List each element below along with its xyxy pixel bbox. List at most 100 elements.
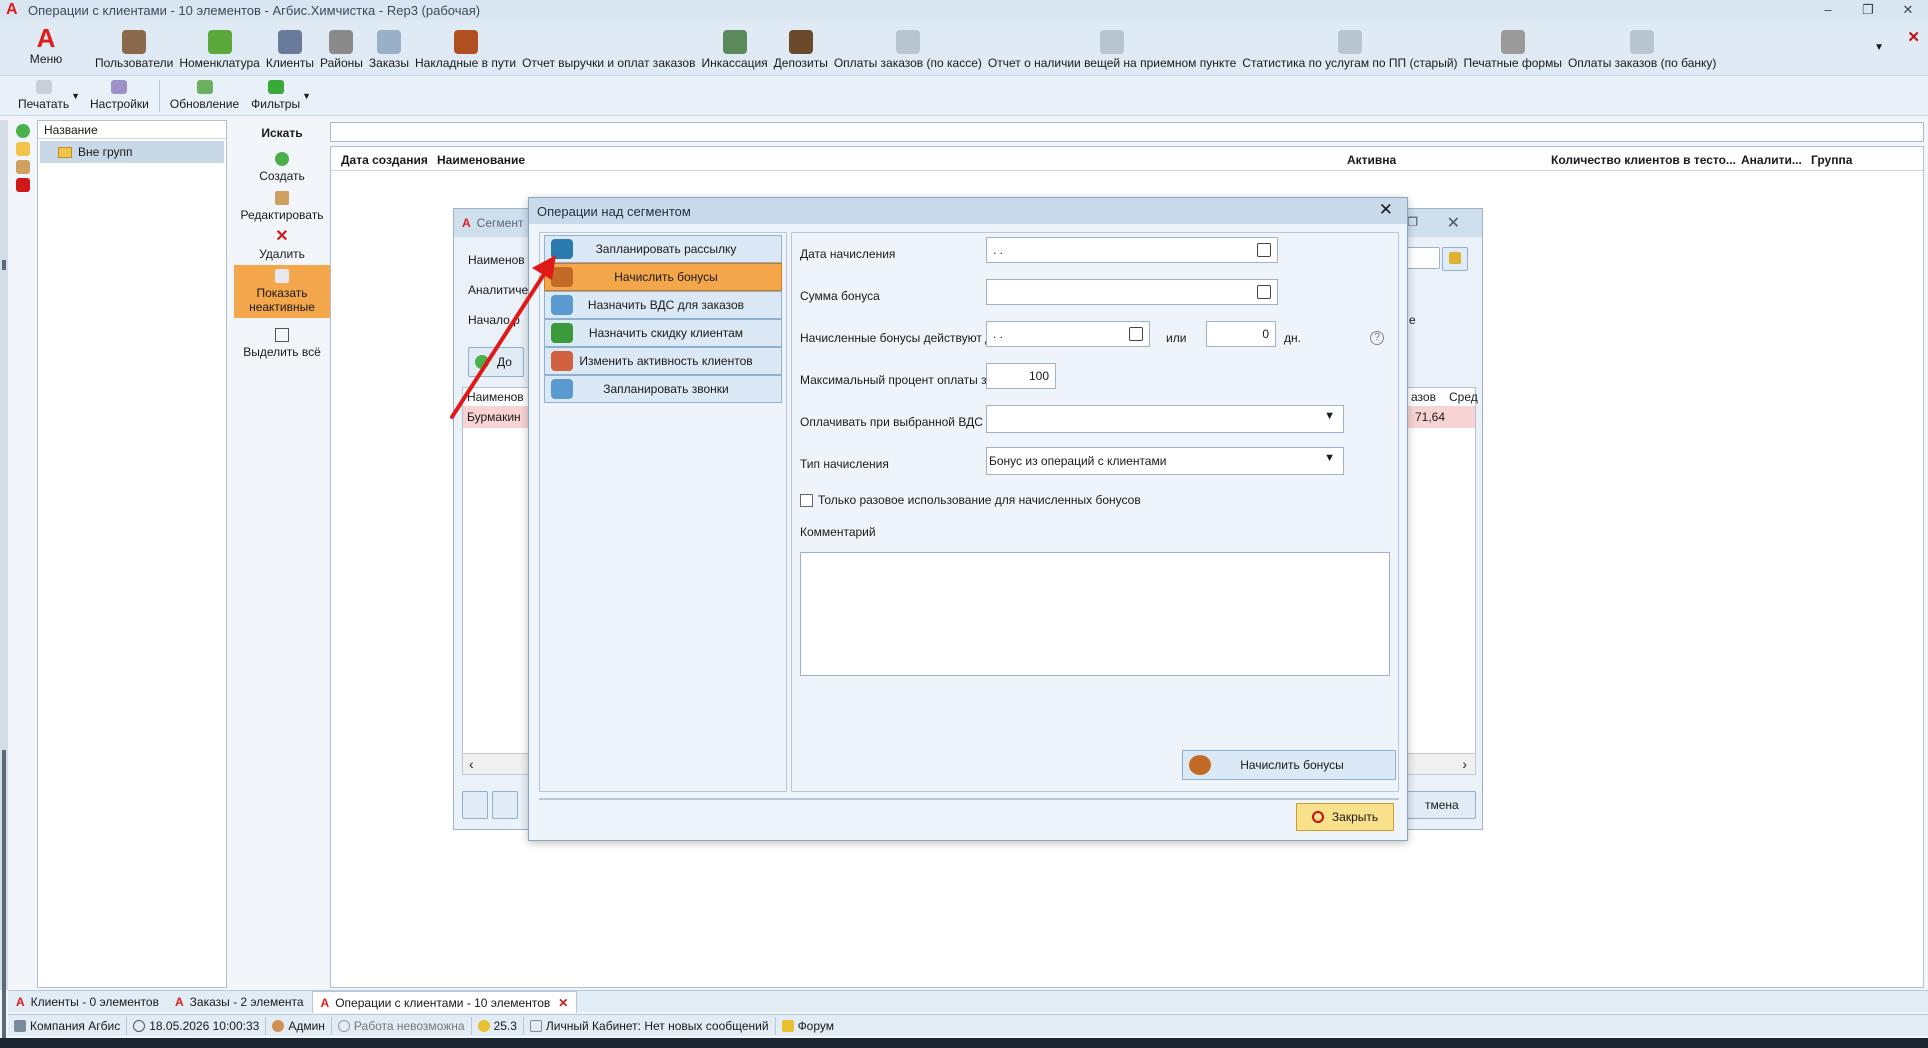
add-group-icon[interactable] — [16, 124, 30, 138]
col-active[interactable]: Активна — [1347, 153, 1396, 167]
comment-textarea[interactable] — [800, 552, 1390, 676]
show-inactive-button[interactable]: Показать неактивные — [234, 265, 330, 318]
col-clients-count[interactable]: Количество клиентов в тесто... — [1551, 153, 1736, 167]
ribbon-item-label: Статистика по услугам по ПП (старый) — [1242, 56, 1458, 70]
segment-name-input-fragment[interactable] — [1404, 247, 1440, 269]
status-forum[interactable]: Форум — [776, 1017, 840, 1035]
edit-button[interactable]: Редактировать — [234, 187, 330, 226]
dialog-close-icon[interactable]: ✕ — [1379, 200, 1393, 220]
settings-button[interactable]: Настройки — [90, 80, 149, 111]
valid-days-input[interactable]: 0 — [1206, 321, 1276, 347]
one-time-checkbox[interactable] — [800, 494, 813, 507]
ribbon-collapse-icon[interactable]: ▼ — [1874, 42, 1884, 53]
segment-cancel-button[interactable]: тмена — [1398, 791, 1476, 819]
segment-grid-col-name[interactable]: Наименов — [467, 390, 524, 404]
valid-until-input[interactable]: . . — [986, 321, 1150, 347]
minimize-button[interactable]: – — [1808, 0, 1848, 20]
ribbon-close-icon[interactable]: ✕ — [1907, 28, 1920, 46]
segment-pick-button[interactable] — [1442, 247, 1468, 271]
ribbon-item-print-forms[interactable]: Печатные формы — [1461, 30, 1565, 70]
maximize-button[interactable]: ❐ — [1848, 0, 1888, 20]
document-tab[interactable]: A Клиенты - 0 элементов — [8, 991, 167, 1013]
valid-until-label: Начисленные бонусы действуют до — [800, 331, 999, 345]
segment-grid-col-avg[interactable]: Сред — [1449, 390, 1478, 404]
menu-button[interactable]: A Меню — [24, 24, 68, 66]
folder-icon — [58, 146, 72, 158]
status-cabinet[interactable]: Личный Кабинет: Нет новых сообщений — [524, 1016, 776, 1035]
segment-add-button[interactable]: До — [468, 347, 524, 377]
document-tab[interactable]: A Заказы - 2 элемента — [167, 991, 312, 1013]
document-tab[interactable]: A Операции с клиентами - 10 элементов ✕ — [311, 991, 578, 1013]
print-button[interactable]: Печатать — [18, 80, 69, 111]
tab-label: Операции с клиентами - 10 элементов — [335, 995, 551, 1010]
search-input[interactable] — [330, 122, 1924, 142]
ribbon-item-districts[interactable]: Районы — [317, 30, 366, 70]
open-group-icon[interactable] — [16, 142, 30, 156]
segment-tool-button-1[interactable] — [462, 791, 488, 819]
chevron-down-icon[interactable]: ▼ — [1324, 410, 1335, 422]
col-analytics[interactable]: Аналити... — [1741, 153, 1802, 167]
accrual-type-value: Бонус из операций с клиентами — [989, 454, 1167, 468]
operation-label: Запланировать звонки — [603, 382, 729, 396]
operation-button-bonus[interactable]: Начислить бонусы — [544, 263, 782, 291]
search-button[interactable]: Искать — [234, 120, 330, 148]
create-button[interactable]: Создать — [234, 148, 330, 187]
action-panel: Искать Создать Редактировать ✕ Удалить П… — [234, 120, 330, 988]
segment-window-maximize-icon[interactable]: ❐ — [1407, 215, 1418, 229]
ribbon-item-clients[interactable]: Клиенты — [263, 30, 317, 70]
pay-vds-select[interactable]: ▼ — [986, 405, 1344, 433]
operation-button-phone[interactable]: Запланировать звонки — [544, 375, 782, 403]
delete-group-icon[interactable] — [16, 178, 30, 192]
group-tree-item[interactable]: Вне групп — [40, 141, 224, 163]
calendar-icon[interactable] — [1257, 243, 1271, 257]
ribbon-item-deposits[interactable]: Депозиты — [771, 30, 831, 70]
segment-name-label: Наименов — [468, 253, 525, 267]
scroll-right-icon[interactable]: › — [1462, 756, 1467, 772]
refresh-button[interactable]: Обновление — [170, 80, 239, 111]
col-group[interactable]: Группа — [1811, 153, 1852, 167]
close-button[interactable]: Закрыть — [1296, 803, 1394, 831]
col-name[interactable]: Наименование — [437, 153, 525, 167]
operation-button-mailing[interactable]: Запланировать рассылку — [544, 235, 782, 263]
filters-dropdown-icon[interactable]: ▼ — [302, 91, 311, 101]
delete-button[interactable]: ✕ Удалить — [234, 226, 330, 265]
operation-button-vds[interactable]: Назначить ВДС для заказов — [544, 291, 782, 319]
col-created-date[interactable]: Дата создания — [341, 153, 428, 167]
accrue-bonuses-button[interactable]: Начислить бонусы — [1182, 750, 1396, 780]
operation-button-client-activity[interactable]: Изменить активность клиентов — [544, 347, 782, 375]
scroll-left-icon[interactable]: ‹ — [469, 756, 474, 772]
ribbon-item-stats[interactable]: Статистика по услугам по ПП (старый) — [1239, 30, 1460, 70]
accrual-date-input[interactable]: . . — [986, 237, 1278, 263]
ribbon-item-users[interactable]: Пользователи — [92, 30, 176, 70]
calendar-icon[interactable] — [1129, 327, 1143, 341]
operation-button-percent[interactable]: Назначить скидку клиентам — [544, 319, 782, 347]
ribbon-item-orders[interactable]: Заказы — [366, 30, 412, 70]
accrual-type-select[interactable]: Бонус из операций с клиентами ▼ — [986, 447, 1344, 475]
filters-button[interactable]: Фильтры — [251, 80, 300, 111]
ribbon-item-label: Клиенты — [265, 56, 314, 70]
bonus-amount-input[interactable] — [986, 279, 1278, 305]
chevron-down-icon[interactable]: ▼ — [1324, 452, 1335, 464]
ribbon-item-nomenclature[interactable]: Номенклатура — [176, 30, 263, 70]
calculator-icon[interactable] — [1257, 285, 1271, 299]
ribbon-item-items-report[interactable]: Отчет о наличии вещей на приемном пункте — [985, 30, 1239, 70]
ribbon-item-payments-cash[interactable]: Оплаты заказов (по кассе) — [831, 30, 985, 70]
tab-logo-icon: A — [174, 995, 184, 1009]
print-dropdown-icon[interactable]: ▼ — [71, 91, 80, 101]
operation-label: Назначить ВДС для заказов — [587, 298, 745, 312]
tab-close-icon[interactable]: ✕ — [558, 996, 568, 1010]
segment-tool-button-2[interactable] — [492, 791, 518, 819]
help-icon[interactable]: ? — [1370, 331, 1384, 345]
select-all-button[interactable]: Выделить всё — [234, 324, 330, 363]
max-percent-input[interactable]: 100 — [986, 363, 1056, 389]
segment-grid-col-orders[interactable]: азов — [1411, 390, 1436, 404]
ribbon-item-payments-bank[interactable]: Оплаты заказов (по банку) — [1565, 30, 1719, 70]
edit-group-icon[interactable] — [16, 160, 30, 174]
window-close-button[interactable]: ✕ — [1888, 0, 1928, 20]
status-user[interactable]: Админ — [266, 1016, 332, 1035]
ribbon-item-report[interactable]: Отчет выручки и оплат заказов — [519, 30, 698, 70]
status-company[interactable]: Компания Агбис — [8, 1016, 128, 1035]
segment-window-close-icon[interactable]: ✕ — [1447, 213, 1460, 233]
ribbon-item-collection[interactable]: Инкассация — [698, 30, 770, 70]
ribbon-item-waybills[interactable]: Накладные в пути — [412, 30, 519, 70]
